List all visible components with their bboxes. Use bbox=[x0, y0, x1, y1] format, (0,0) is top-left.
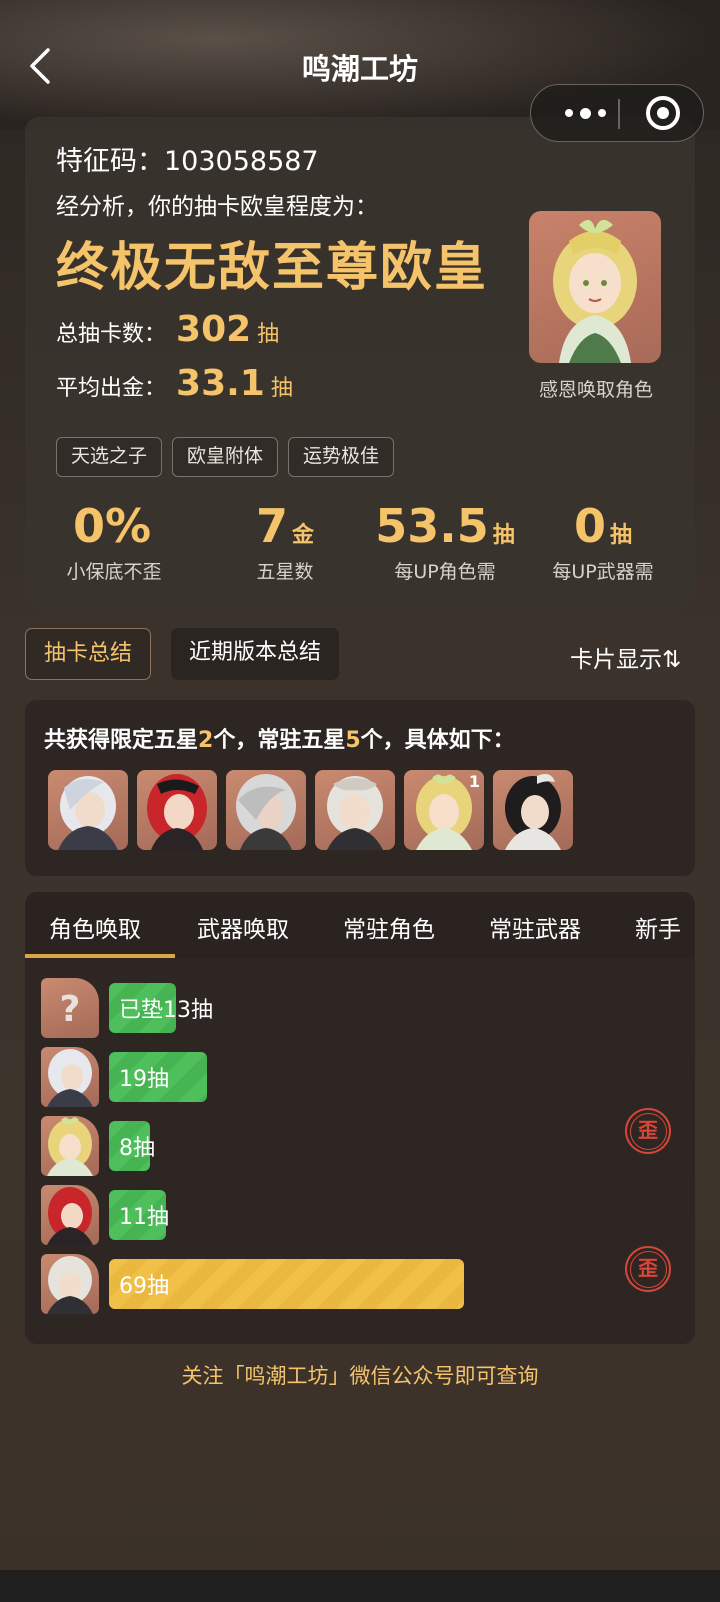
tab-standard-character[interactable]: 常驻角色 bbox=[343, 910, 435, 944]
metric-label: 小保底不歪 bbox=[66, 561, 162, 583]
metric-value: 7金 bbox=[225, 499, 345, 553]
miniprogram-capsule bbox=[530, 84, 704, 142]
thanks-label: 感恩唤取角色 bbox=[538, 379, 653, 401]
display-mode-toggle[interactable]: 卡片显示⇅ bbox=[570, 640, 681, 674]
question-mark-glyph: ? bbox=[60, 989, 81, 1030]
tag-chip: 运势极佳 bbox=[288, 437, 395, 477]
metric-label: 五星数 bbox=[256, 561, 314, 583]
off-banner-stamp-icon: 歪 bbox=[625, 1246, 671, 1292]
total-pulls-label: 总抽卡数： bbox=[56, 322, 167, 347]
analysis-text: 经分析，你的抽卡欧皇程度为： bbox=[56, 194, 378, 220]
character-thumbnail[interactable] bbox=[226, 770, 306, 850]
metric-value: 0抽 bbox=[533, 499, 673, 553]
total-pulls-unit: 抽 bbox=[257, 322, 280, 347]
metric-number: 0% bbox=[72, 499, 152, 553]
metric-five-star-count: 7金 五星数 bbox=[225, 499, 345, 584]
feature-code: 特征码：103058587 bbox=[56, 146, 319, 177]
standard-count: 5 bbox=[345, 728, 361, 753]
duplicate-count-badge: 1 bbox=[468, 772, 480, 791]
character-thumbnail[interactable] bbox=[48, 770, 128, 850]
dot-icon bbox=[564, 109, 573, 117]
pull-label: 已垫13抽 bbox=[119, 998, 213, 1023]
metric-unit: 抽 bbox=[610, 523, 633, 548]
metric-number: 53.5 bbox=[375, 499, 489, 553]
metric-number: 7 bbox=[255, 499, 288, 553]
character-thumbnail[interactable] bbox=[493, 770, 573, 850]
character-thumbnail[interactable] bbox=[137, 770, 217, 850]
metric-value: 53.5 抽 bbox=[365, 499, 525, 553]
average-pulls-label: 平均出金： bbox=[56, 376, 167, 401]
tag-chip: 欧皇附体 bbox=[172, 437, 279, 477]
character-avatar bbox=[41, 1047, 99, 1107]
active-tab-indicator bbox=[25, 954, 175, 958]
question-mark-icon: ? bbox=[60, 989, 81, 1030]
tab-weapon-banner[interactable]: 武器唤取 bbox=[197, 910, 289, 944]
pull-label: 69抽 bbox=[119, 1274, 169, 1299]
bottom-bar bbox=[0, 1570, 720, 1602]
metric-per-up-character: 53.5 抽 每UP角色需 bbox=[365, 499, 525, 584]
metric-unit: 金 bbox=[292, 523, 315, 548]
summary-prefix: 共获得限定五星 bbox=[44, 728, 199, 753]
metrics-row: 0% 小保底不歪 7金 五星数 53.5 抽 每UP角色需 0抽 每UP武器需 bbox=[25, 499, 695, 589]
character-avatar bbox=[41, 1185, 99, 1245]
banner-history-card: 角色唤取 武器唤取 常驻角色 常驻武器 新手 ? 已垫13抽 19抽 8抽 歪 … bbox=[25, 892, 695, 1344]
dot-icon bbox=[597, 109, 606, 117]
five-star-thumbnails: 1 bbox=[48, 770, 573, 850]
character-portrait-icon bbox=[47, 1117, 93, 1176]
summary-text: 共获得限定五星2个，常驻五星5个，具体如下： bbox=[44, 722, 515, 754]
page-title: 鸣潮工坊 bbox=[301, 52, 418, 86]
metric-per-up-weapon: 0抽 每UP武器需 bbox=[533, 499, 673, 584]
character-thumbnail[interactable]: 1 bbox=[404, 770, 484, 850]
profile-card: 特征码：103058587 经分析，你的抽卡欧皇程度为： 终极无敌至尊欧皇 总抽… bbox=[25, 117, 695, 610]
character-portrait-icon bbox=[236, 774, 296, 850]
summary-suffix: 个，具体如下： bbox=[360, 728, 515, 753]
footer-note: 关注「鸣潮工坊」微信公众号即可查询 bbox=[181, 1364, 539, 1388]
tab-standard-weapon[interactable]: 常驻武器 bbox=[489, 910, 581, 944]
metric-no-lose-rate: 0% 小保底不歪 bbox=[59, 499, 169, 584]
total-pulls-value: 302 bbox=[176, 309, 252, 350]
total-pulls: 总抽卡数： 302 抽 bbox=[56, 309, 279, 350]
character-avatar bbox=[41, 1116, 99, 1176]
five-star-summary: 共获得限定五星2个，常驻五星5个，具体如下： 1 bbox=[25, 700, 695, 876]
average-pulls: 平均出金： 33.1 抽 bbox=[56, 363, 293, 404]
tag-chip: 天选之子 bbox=[56, 437, 163, 477]
average-pulls-unit: 抽 bbox=[270, 376, 293, 401]
character-thumbnail[interactable] bbox=[315, 770, 395, 850]
character-avatar bbox=[41, 1254, 99, 1314]
tag-list: 天选之子 欧皇附体 运势极佳 bbox=[56, 437, 395, 477]
banner-tabs: 角色唤取 武器唤取 常驻角色 常驻武器 新手 bbox=[25, 892, 695, 958]
thanks-character-avatar[interactable] bbox=[529, 211, 661, 363]
character-portrait-icon bbox=[47, 1049, 93, 1107]
character-portrait-icon bbox=[327, 776, 383, 850]
metric-value: 0% bbox=[59, 499, 169, 553]
close-miniprogram-icon[interactable] bbox=[646, 96, 680, 130]
limited-count: 2 bbox=[198, 728, 214, 753]
character-portrait-icon bbox=[147, 774, 207, 850]
rank-title: 终极无敌至尊欧皇 bbox=[56, 238, 489, 298]
character-portrait-icon bbox=[505, 774, 561, 850]
pull-label: 8抽 bbox=[119, 1136, 155, 1161]
character-portrait-icon bbox=[553, 219, 637, 363]
summary-middle: 个，常驻五星 bbox=[213, 728, 346, 753]
metric-label: 每UP武器需 bbox=[552, 561, 654, 583]
tab-recent-version-summary[interactable]: 近期版本总结 bbox=[171, 628, 340, 680]
off-banner-stamp-icon: 歪 bbox=[625, 1108, 671, 1154]
average-pulls-value: 33.1 bbox=[176, 363, 265, 404]
dot-icon bbox=[579, 107, 591, 119]
character-portrait-icon bbox=[47, 1256, 93, 1314]
character-portrait-icon bbox=[58, 776, 118, 850]
unknown-character-avatar: ? bbox=[41, 978, 99, 1038]
capsule-divider bbox=[618, 99, 620, 129]
character-portrait-icon bbox=[47, 1187, 93, 1245]
tab-pull-summary[interactable]: 抽卡总结 bbox=[25, 628, 152, 680]
more-menu-button[interactable] bbox=[551, 85, 619, 141]
metric-label: 每UP角色需 bbox=[394, 561, 496, 583]
metric-unit: 抽 bbox=[492, 523, 515, 548]
metric-number: 0 bbox=[573, 499, 606, 553]
pull-label: 11抽 bbox=[119, 1205, 169, 1230]
tab-character-banner[interactable]: 角色唤取 bbox=[49, 910, 141, 944]
tab-beginner[interactable]: 新手 bbox=[635, 910, 681, 944]
pull-label: 19抽 bbox=[119, 1067, 169, 1092]
